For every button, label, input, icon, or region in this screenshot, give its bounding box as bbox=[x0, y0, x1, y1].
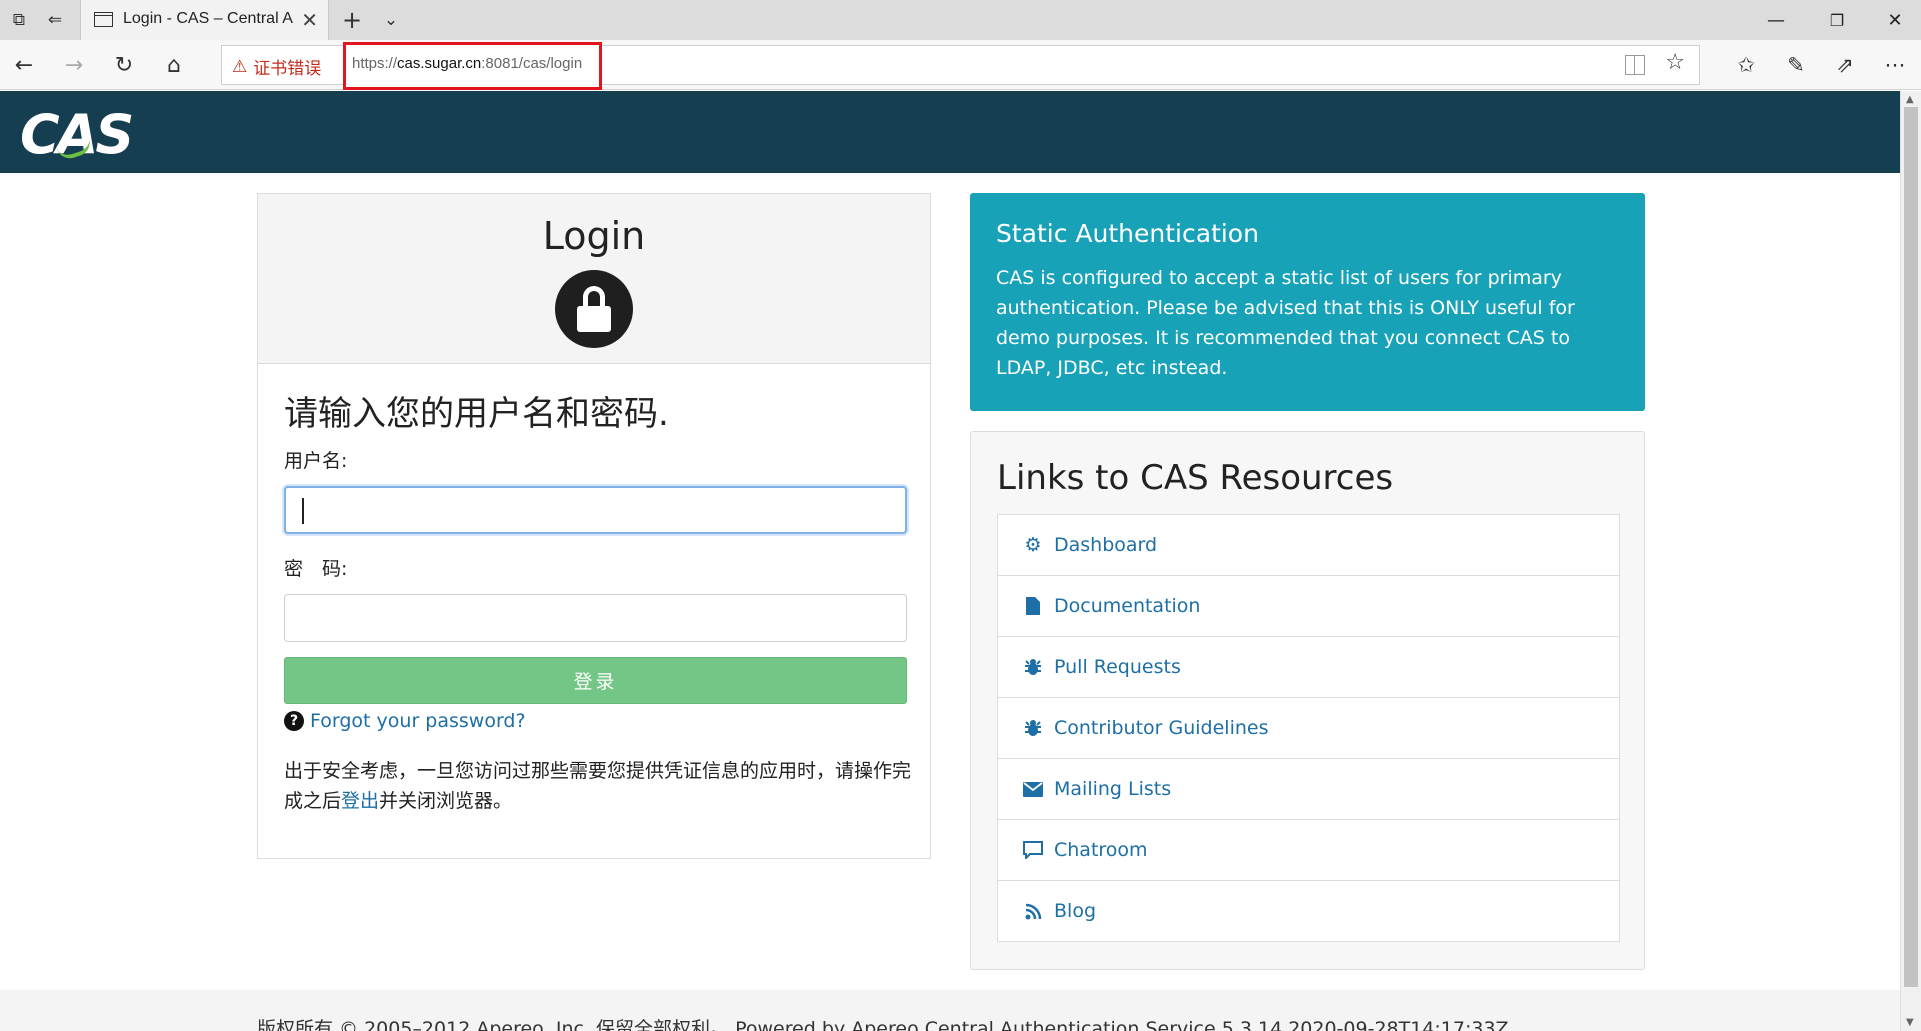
login-title: Login bbox=[542, 214, 646, 258]
resource-link-mailing-lists[interactable]: Mailing Lists bbox=[998, 759, 1619, 820]
scroll-down-icon[interactable]: ▼ bbox=[1906, 1017, 1914, 1028]
tab-list-chevron-icon[interactable]: ⌄ bbox=[380, 9, 402, 31]
login-prompt: 请输入您的用户名和密码. bbox=[284, 394, 669, 434]
restore-icon[interactable]: ❐ bbox=[1822, 6, 1852, 34]
favorites-list-icon[interactable]: ✩ bbox=[1731, 50, 1761, 80]
pen-icon[interactable]: ✎ bbox=[1781, 50, 1811, 80]
url-text: https://cas.sugar.cn:8081/cas/login bbox=[352, 55, 582, 72]
password-label: 密 码: bbox=[284, 558, 348, 580]
cas-logo[interactable]: CAS bbox=[20, 103, 134, 166]
close-tab-icon[interactable]: ✕ bbox=[301, 8, 318, 32]
username-input[interactable] bbox=[284, 486, 907, 534]
resource-link-chatroom[interactable]: Chatroom bbox=[998, 820, 1619, 881]
resource-link-pull-requests[interactable]: Pull Requests bbox=[998, 637, 1619, 698]
page-viewport: CAS Login 请输入您的用户名和密码. 用户名: 密 码: 登录 ? Fo… bbox=[0, 91, 1900, 1031]
resources-title: Links to CAS Resources bbox=[997, 458, 1394, 498]
vertical-scrollbar[interactable]: ▲ ▼ bbox=[1900, 91, 1921, 1031]
resource-link-label: Pull Requests bbox=[1054, 656, 1181, 678]
text-cursor bbox=[302, 498, 304, 524]
resource-link-label: Contributor Guidelines bbox=[1054, 717, 1269, 739]
forgot-password-link[interactable]: ? Forgot your password? bbox=[284, 710, 526, 732]
resource-link-label: Documentation bbox=[1054, 595, 1201, 617]
tab-groups-icon[interactable]: ⧉ bbox=[8, 9, 30, 31]
bug-icon bbox=[1022, 658, 1044, 676]
certificate-error-label: 证书错误 bbox=[253, 59, 322, 79]
scroll-up-icon[interactable]: ▲ bbox=[1906, 94, 1914, 105]
login-button[interactable]: 登录 bbox=[284, 657, 907, 704]
cogs-icon: ⚙ bbox=[1024, 534, 1042, 556]
footer-text: 版权所有 © 2005–2012 Apereo, Inc. 保留全部权利。 Po… bbox=[257, 1018, 1509, 1031]
certificate-error[interactable]: ⚠ 证书错误 bbox=[232, 54, 322, 80]
static-auth-text: CAS is configured to accept a static lis… bbox=[996, 267, 1575, 379]
forgot-password-text: Forgot your password? bbox=[310, 710, 526, 732]
page-footer: 版权所有 © 2005–2012 Apereo, Inc. 保留全部权利。 Po… bbox=[0, 990, 1900, 1031]
tab-title: Login - CAS – Central A bbox=[123, 10, 293, 27]
lock-icon bbox=[555, 270, 633, 348]
window-close-icon[interactable]: ✕ bbox=[1880, 6, 1910, 34]
security-notice: 出于安全考虑，一旦您访问过那些需要您提供凭证信息的应用时，请操作完成之后登出并关… bbox=[284, 756, 914, 816]
logout-link[interactable]: 登出 bbox=[341, 790, 379, 812]
resource-link-contributor-guidelines[interactable]: Contributor Guidelines bbox=[998, 698, 1619, 759]
resources-card: Links to CAS Resources ⚙ Dashboard Docum… bbox=[970, 431, 1645, 970]
share-icon[interactable]: ⇗ bbox=[1830, 50, 1860, 80]
question-circle-icon: ? bbox=[284, 711, 304, 731]
url-path: :8081/cas/login bbox=[481, 55, 583, 72]
login-card-header: Login bbox=[258, 194, 930, 364]
address-bar[interactable]: ⚠ 证书错误 https://cas.sugar.cn:8081/cas/log… bbox=[221, 42, 1700, 90]
resource-link-documentation[interactable]: Documentation bbox=[998, 576, 1619, 637]
url-prefix: https:// bbox=[352, 55, 398, 72]
favorite-star-icon[interactable]: ☆ bbox=[1665, 50, 1685, 75]
login-card: Login 请输入您的用户名和密码. 用户名: 密 码: 登录 ? Forgot… bbox=[257, 193, 931, 859]
resource-link-dashboard[interactable]: ⚙ Dashboard bbox=[998, 515, 1619, 576]
resource-link-label: Mailing Lists bbox=[1054, 778, 1172, 800]
file-icon bbox=[1022, 597, 1044, 615]
url-highlight-box[interactable]: https://cas.sugar.cn:8081/cas/login bbox=[343, 42, 602, 90]
resource-link-label: Chatroom bbox=[1054, 839, 1148, 861]
scroll-thumb[interactable] bbox=[1904, 107, 1918, 987]
page-icon bbox=[94, 12, 113, 27]
browser-tab-bar: ⧉ ⇐ Login - CAS – Central A ✕ + ⌄ — ❐ ✕ bbox=[0, 0, 1921, 40]
static-auth-title: Static Authentication bbox=[996, 219, 1259, 248]
password-input[interactable] bbox=[284, 594, 907, 642]
forward-icon[interactable]: → bbox=[60, 51, 88, 79]
resource-link-label: Dashboard bbox=[1054, 534, 1158, 556]
more-icon[interactable]: ⋯ bbox=[1880, 50, 1910, 80]
comment-icon bbox=[1022, 841, 1044, 859]
minimize-icon[interactable]: — bbox=[1761, 6, 1791, 34]
notice-text-after: 并关闭浏览器。 bbox=[379, 790, 513, 812]
rss-icon bbox=[1022, 903, 1044, 920]
username-label: 用户名: bbox=[284, 450, 348, 472]
reading-view-icon[interactable] bbox=[1625, 55, 1645, 75]
set-aside-tabs-icon[interactable]: ⇐ bbox=[44, 9, 66, 31]
cas-header: CAS bbox=[0, 91, 1900, 173]
resources-list: ⚙ Dashboard Documentation Pull Requests bbox=[997, 514, 1620, 942]
static-auth-alert: Static Authentication CAS is configured … bbox=[970, 193, 1645, 411]
back-icon[interactable]: ← bbox=[10, 51, 38, 79]
resource-link-blog[interactable]: Blog bbox=[998, 881, 1619, 941]
browser-nav-bar: ← → ↻ ⌂ ⚠ 证书错误 https://cas.sugar.cn:8081… bbox=[0, 40, 1921, 90]
home-icon[interactable]: ⌂ bbox=[160, 51, 188, 79]
resource-link-label: Blog bbox=[1054, 900, 1096, 922]
bug-icon bbox=[1022, 719, 1044, 737]
refresh-icon[interactable]: ↻ bbox=[110, 51, 138, 79]
warning-icon: ⚠ bbox=[232, 56, 248, 77]
envelope-icon bbox=[1022, 781, 1044, 797]
url-host: cas.sugar.cn bbox=[397, 55, 482, 72]
new-tab-icon[interactable]: + bbox=[341, 6, 363, 34]
browser-tab[interactable]: Login - CAS – Central A ✕ bbox=[80, 0, 329, 40]
